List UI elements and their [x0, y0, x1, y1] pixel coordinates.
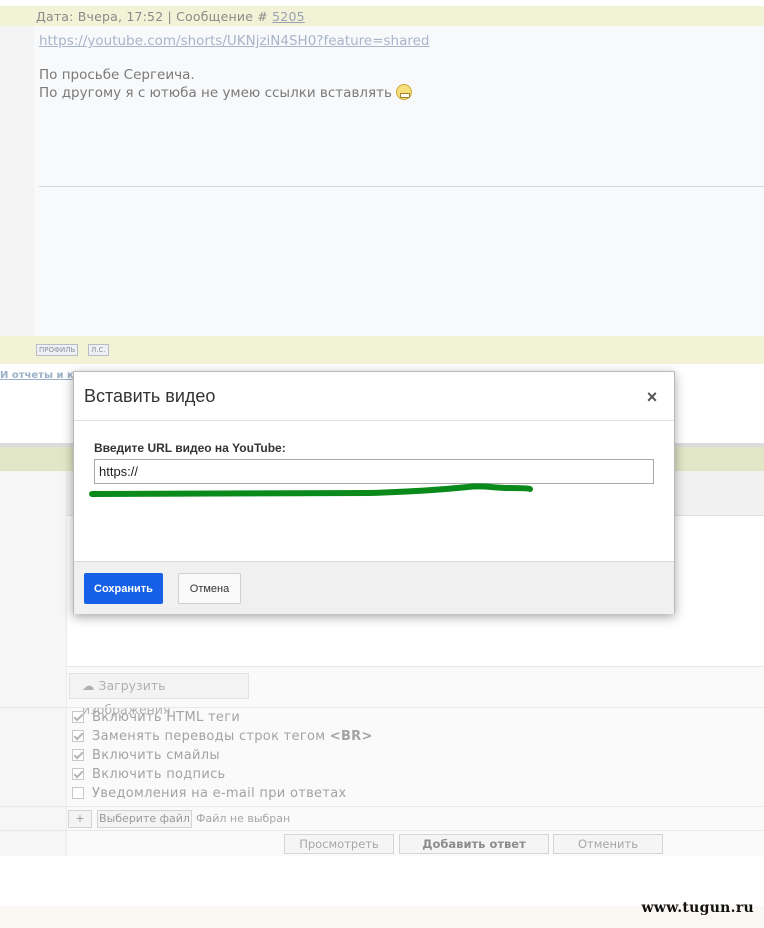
post-line-1: По просьбе Сергеича.: [39, 67, 195, 83]
post-line-2-text: По другому я с ютюба не умею ссылки вста…: [39, 85, 392, 101]
dialog-title: Вставить видео: [84, 386, 216, 406]
post-footer: ПРОФИЛЬ Л.С.: [0, 336, 764, 364]
checkbox[interactable]: [72, 749, 84, 761]
br-tag-text: <BR>: [329, 729, 373, 744]
profile-button[interactable]: ПРОФИЛЬ: [36, 344, 79, 356]
checkbox[interactable]: [72, 730, 84, 742]
option-label: Включить смайлы: [92, 748, 220, 763]
signature-divider: [39, 186, 764, 187]
upload-images-button[interactable]: ☁ Загрузить изображения: [69, 673, 249, 717]
page-bottom: [0, 856, 764, 906]
close-icon[interactable]: ×: [645, 388, 659, 406]
checkbox[interactable]: [72, 768, 84, 780]
post-author-column: [0, 26, 34, 336]
post-date: Дата: Вчера, 17:52 | Сообщение #: [36, 9, 273, 24]
option-label: Заменять переводы строк тегом: [92, 729, 330, 744]
row-divider: [0, 830, 764, 831]
save-button[interactable]: Сохранить: [84, 573, 163, 604]
post-line-2: По другому я с ютюба не умею ссылки вста…: [39, 84, 412, 102]
form-label-column: [0, 471, 67, 856]
cancel-reply-button[interactable]: Отменить: [553, 834, 663, 854]
message-number-link[interactable]: 5205: [272, 9, 305, 24]
option-html-tags[interactable]: Включить HTML теги: [72, 710, 240, 728]
option-label: Включить HTML теги: [92, 710, 241, 725]
cancel-button[interactable]: Отмена: [178, 573, 241, 604]
youtube-url-input[interactable]: [94, 459, 654, 484]
submit-reply-button[interactable]: Добавить ответ: [399, 834, 549, 854]
cloud-upload-icon: ☁: [82, 678, 99, 693]
checkbox[interactable]: [72, 787, 84, 799]
dialog-divider: [74, 420, 674, 421]
post-header: Дата: Вчера, 17:52 | Сообщение # 5205: [0, 6, 764, 26]
insert-video-dialog: Вставить видео × Введите URL видео на Yo…: [73, 371, 675, 614]
add-file-button[interactable]: +: [68, 810, 92, 828]
option-smileys[interactable]: Включить смайлы: [72, 748, 220, 766]
checkbox[interactable]: [72, 711, 84, 723]
option-label: Уведомления на e-mail при ответах: [92, 786, 347, 801]
option-signature[interactable]: Включить подпись: [72, 767, 226, 785]
pm-button[interactable]: Л.С.: [88, 344, 109, 356]
grin-smiley-icon: [395, 84, 412, 100]
watermark: www.tugun.ru: [641, 900, 754, 916]
option-br-tags[interactable]: Заменять переводы строк тегом <BR>: [72, 729, 373, 747]
row-divider: [0, 707, 764, 708]
row-divider: [0, 806, 764, 807]
option-email-notify[interactable]: Уведомления на e-mail при ответах: [72, 786, 346, 804]
option-label: Включить подпись: [92, 767, 226, 782]
preview-button[interactable]: Просмотреть: [284, 834, 394, 854]
url-label: Введите URL видео на YouTube:: [94, 441, 286, 455]
youtube-link[interactable]: https://youtube.com/shorts/UKNjziN4SH0?f…: [39, 33, 430, 49]
choose-file-button[interactable]: Выберите файл: [97, 810, 192, 828]
post-text: По просьбе Сергеича. По другому я с ютюб…: [39, 67, 412, 102]
dialog-footer: Сохранить Отмена: [74, 561, 674, 614]
post-body: https://youtube.com/shorts/UKNjziN4SH0?f…: [34, 26, 764, 336]
post-meta: Дата: Вчера, 17:52 | Сообщение # 5205: [36, 9, 305, 24]
no-file-label: Файл не выбран: [196, 812, 291, 825]
breadcrumb-link[interactable]: И отчеты и к: [0, 370, 74, 381]
